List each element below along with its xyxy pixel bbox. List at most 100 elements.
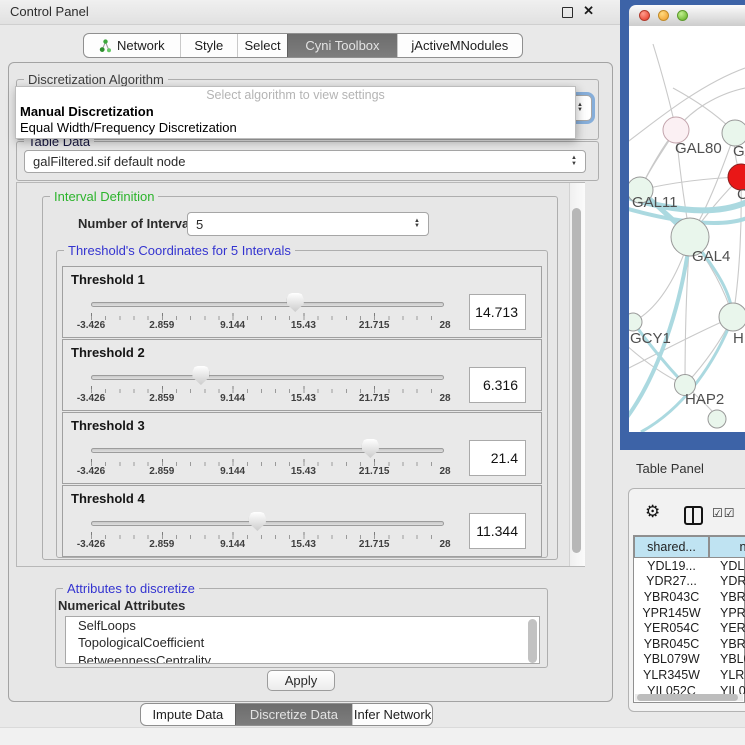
tab-network[interactable]: Network — [84, 34, 180, 57]
gear-icon[interactable]: ⚙ — [645, 503, 660, 520]
node-label: GAL4 — [692, 248, 730, 265]
tab-impute-data[interactable]: Impute Data — [141, 704, 235, 725]
slider-thumb[interactable] — [249, 512, 266, 531]
checkbox-icons[interactable]: ☑☑ — [712, 506, 736, 520]
threshold-3-panel: Threshold 3 -3.4262.859 9.14415.43 21.71… — [62, 412, 542, 484]
threshold-1-value-field[interactable]: 14.713 — [469, 294, 526, 330]
node-label: HAP2 — [685, 391, 724, 408]
table-row[interactable]: YIL052CYIL0 — [634, 683, 745, 694]
table-header-row: shared... na — [634, 536, 745, 558]
algorithm-dropdown-popup: Select algorithm to view settings Manual… — [15, 86, 576, 139]
slider-track[interactable] — [91, 302, 444, 307]
tab-infer-network[interactable]: Infer Network — [352, 704, 432, 725]
table-row[interactable]: YLR345WYLR3 — [634, 667, 745, 683]
threshold-3-slider[interactable] — [91, 444, 444, 458]
table-panel-title: Table Panel — [636, 461, 704, 476]
threshold-2-panel: Threshold 2 -3.4262.859 9.14415.43 21.71… — [62, 339, 542, 411]
network-canvas[interactable]: GAL80 GA C GAL11 GAL4 GCY1 H HAP2 — [629, 26, 745, 432]
threshold-2-value-field[interactable]: 6.316 — [469, 367, 526, 403]
attributes-list[interactable]: SelfLoops TopologicalCoefficient Between… — [65, 616, 540, 664]
algorithm-option-manual[interactable]: Manual Discretization — [16, 104, 575, 120]
tab-style[interactable]: Style — [180, 34, 237, 57]
network-node[interactable] — [629, 313, 642, 331]
node-label: GCY1 — [630, 330, 671, 347]
close-icon[interactable]: ✕ — [583, 3, 594, 19]
table-row[interactable]: YDR27...YDR2 — [634, 574, 745, 590]
table-row[interactable]: YPR145WYPR1 — [634, 605, 745, 621]
network-icon — [99, 39, 112, 53]
horizontal-scrollbar-thumb[interactable] — [637, 694, 738, 701]
list-item[interactable]: SelfLoops — [66, 617, 539, 634]
close-traffic-light-icon[interactable] — [639, 10, 650, 21]
float-window-icon[interactable] — [562, 7, 573, 18]
bottom-tab-bar: Impute Data Discretize Data Infer Networ… — [140, 703, 433, 726]
tab-cyni-toolbox[interactable]: Cyni Toolbox — [287, 34, 397, 57]
combo-stepper-icon[interactable]: ▲▼ — [577, 103, 583, 114]
list-item[interactable]: BetweennessCentrality — [66, 652, 539, 664]
algorithm-section-title: Discretization Algorithm — [24, 72, 168, 87]
algorithm-prompt: Select algorithm to view settings — [16, 87, 575, 104]
node-label: C — [737, 186, 745, 203]
threshold-4-label: Threshold 4 — [71, 491, 145, 506]
slider-track[interactable] — [91, 521, 444, 526]
slider-track[interactable] — [91, 375, 444, 380]
node-attribute-table[interactable]: shared... na YDL19...YDL1 YDR27...YDR2 Y… — [633, 535, 745, 703]
network-node[interactable] — [708, 410, 726, 428]
threshold-2-slider[interactable] — [91, 371, 444, 385]
attributes-group-title: Attributes to discretize — [63, 581, 199, 596]
column-header-shared-name[interactable]: shared... — [634, 536, 709, 558]
table-data-value: galFiltered.sif default node — [33, 154, 185, 169]
threshold-1-slider[interactable] — [91, 298, 444, 312]
list-scrollbar-thumb[interactable] — [528, 619, 537, 663]
thresholds-group-title: Threshold's Coordinates for 5 Intervals — [64, 243, 295, 258]
threshold-3-label: Threshold 3 — [71, 418, 145, 433]
minimize-traffic-light-icon[interactable] — [658, 10, 669, 21]
slider-thumb[interactable] — [287, 293, 304, 312]
slider-thumb[interactable] — [192, 366, 209, 385]
table-row[interactable]: YER054CYER0 — [634, 620, 745, 636]
table-row[interactable]: YBR045CYBR0 — [634, 636, 745, 652]
slider-tick-labels: -3.4262.859 9.14415.43 21.71528 — [91, 539, 445, 551]
apply-button[interactable]: Apply — [267, 670, 335, 691]
slider-track[interactable] — [91, 448, 444, 453]
vertical-scrollbar-thumb[interactable] — [572, 208, 581, 553]
screen: Control Panel ✕ Network Style Select Cyn… — [0, 0, 745, 745]
threshold-4-panel: Threshold 4 -3.4262.859 9.14415.43 21.71… — [62, 485, 542, 557]
slider-thumb[interactable] — [362, 439, 379, 458]
threshold-4-value-field[interactable]: 11.344 — [469, 513, 526, 549]
list-item[interactable]: TopologicalCoefficient — [66, 634, 539, 651]
panel-title: Control Panel — [10, 0, 89, 24]
column-header-name[interactable]: na — [709, 536, 745, 558]
interval-definition-title: Interval Definition — [50, 189, 158, 204]
table-row[interactable]: YDL19...YDL1 — [634, 558, 745, 574]
slider-tick-labels: -3.4262.859 9.14415.43 21.71528 — [91, 320, 445, 332]
threshold-2-label: Threshold 2 — [71, 345, 145, 360]
table-data-combobox[interactable]: galFiltered.sif default node ▲▼ — [24, 150, 586, 173]
network-window-titlebar[interactable] — [629, 5, 745, 27]
threshold-1-panel: Threshold 1 -3.4262.859 9.14415.43 21.71… — [62, 266, 542, 338]
num-intervals-value: 5 — [196, 217, 203, 232]
tab-select[interactable]: Select — [237, 34, 287, 57]
algorithm-option-equal-width[interactable]: Equal Width/Frequency Discretization — [16, 120, 575, 136]
combo-stepper-icon[interactable]: ▲▼ — [571, 156, 577, 167]
table-row[interactable]: YBL079WYBL0 — [634, 652, 745, 668]
threshold-4-slider[interactable] — [91, 517, 444, 531]
slider-ticks — [91, 532, 445, 539]
table-row[interactable]: YBR043CYBR0 — [634, 589, 745, 605]
node-label: H — [733, 330, 744, 347]
zoom-traffic-light-icon[interactable] — [677, 10, 688, 21]
threshold-3-value-field[interactable]: 21.4 — [469, 440, 526, 476]
tab-discretize-data[interactable]: Discretize Data — [235, 704, 352, 725]
numerical-attributes-label: Numerical Attributes — [58, 598, 185, 613]
threshold-1-label: Threshold 1 — [71, 272, 145, 287]
table-rows: YDL19...YDL1 YDR27...YDR2 YBR043CYBR0 YP… — [634, 558, 745, 694]
slider-ticks — [91, 313, 445, 320]
num-intervals-label: Number of Intervals — [78, 216, 200, 231]
tab-jactivemnodules[interactable]: jActiveMNodules — [397, 34, 522, 57]
horizontal-scrollbar[interactable] — [635, 694, 743, 701]
combo-stepper-icon[interactable]: ▲▼ — [414, 219, 420, 230]
split-columns-icon[interactable] — [684, 506, 703, 525]
num-intervals-combobox[interactable]: 5 ▲▼ — [187, 212, 429, 236]
bottom-strip — [0, 727, 745, 745]
network-node[interactable] — [719, 303, 745, 331]
